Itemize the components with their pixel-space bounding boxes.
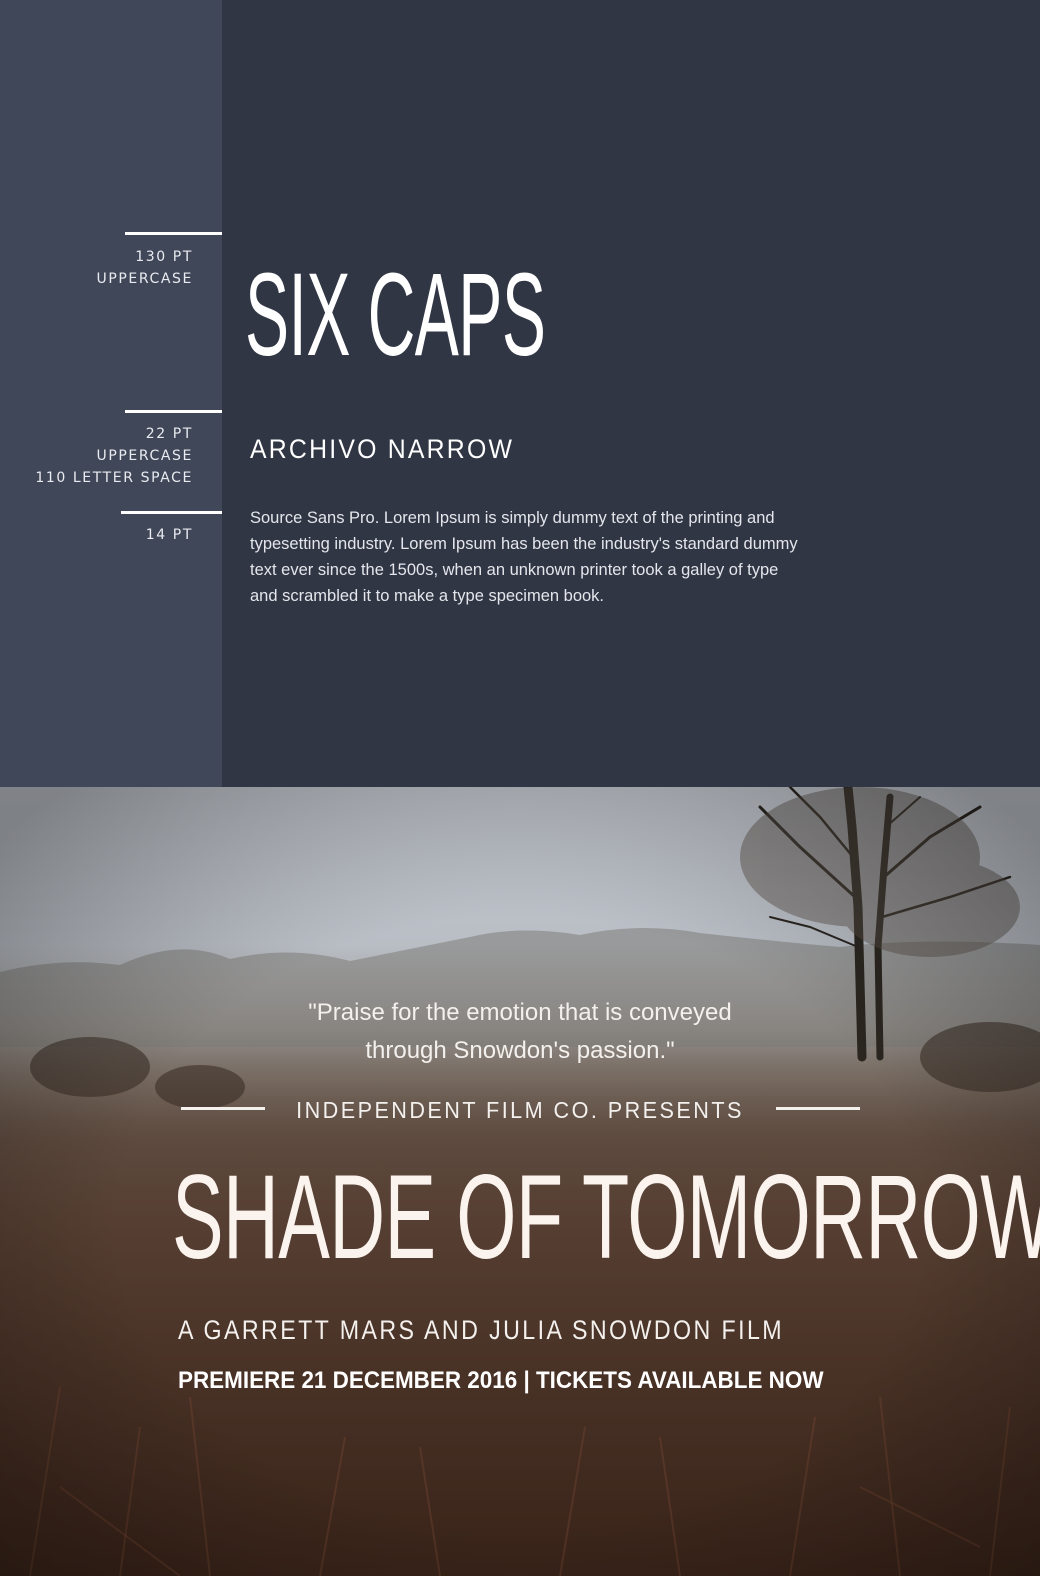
annotation-line: UPPERCASE [96, 448, 193, 464]
annotation-line: 130 PT [135, 249, 193, 265]
type-specimen-panel: 130 PT UPPERCASE 22 PT UPPERCASE 110 LET… [0, 0, 1040, 787]
annotation-rule [125, 410, 222, 413]
subheading-font-sample: ARCHIVO NARROW [250, 434, 515, 464]
annotation-line: UPPERCASE [96, 271, 193, 287]
film-byline: A GARRETT MARS AND JULIA SNOWDON FILM [178, 1315, 785, 1345]
annotation-display-size: 130 PT UPPERCASE [97, 246, 194, 290]
annotation-body-size: 14 PT [146, 524, 193, 546]
annotation-rule [125, 232, 222, 235]
film-title: SHADE OF TOMORROW [172, 1150, 1040, 1284]
presents-line: INDEPENDENT FILM CO. PRESENTS [296, 1097, 744, 1123]
presents-rule-right [776, 1107, 860, 1110]
movie-poster: "Praise for the emotion that is conveyed… [0, 787, 1040, 1576]
annotation-line: 22 PT [145, 426, 193, 442]
display-font-sample: SIX CAPS [245, 249, 546, 381]
review-quote: "Praise for the emotion that is conveyed… [0, 994, 1040, 1070]
premiere-info: PREMIERE 21 DECEMBER 2016 | TICKETS AVAI… [178, 1367, 824, 1394]
quote-line: through Snowdon's passion." [365, 1037, 675, 1064]
annotation-line: 110 LETTER SPACE [35, 470, 193, 486]
annotation-rule [121, 511, 222, 514]
specimen-sidebar [0, 0, 222, 787]
quote-line: "Praise for the emotion that is conveyed [308, 999, 732, 1026]
body-font-sample: Source Sans Pro. Lorem Ipsum is simply d… [250, 509, 798, 605]
annotation-line: 14 PT [145, 527, 193, 543]
annotation-sub-size: 22 PT UPPERCASE 110 LETTER SPACE [35, 423, 193, 489]
